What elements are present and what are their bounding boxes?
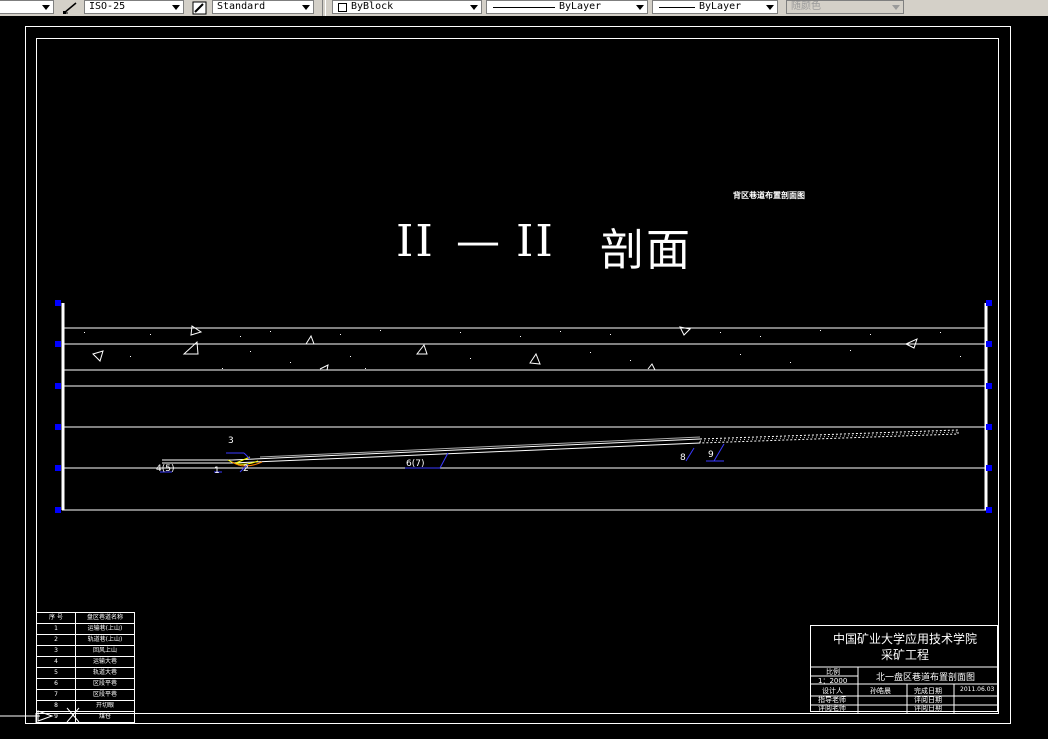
marker-3: 3 [228, 436, 234, 446]
marker-8: 8 [680, 453, 686, 463]
legend-no: 1 [36, 623, 76, 635]
legend-no: 8 [36, 700, 76, 712]
dimstyle-value: ISO-25 [89, 1, 126, 12]
legend-no: 3 [36, 645, 76, 657]
table-row: 3 回风上山 [36, 645, 135, 657]
table-row: 9 煤仓 [36, 711, 135, 723]
section-title-right: II [516, 216, 555, 267]
legend-no: 2 [36, 634, 76, 646]
legend-header-row: 序 号 盘区巷道名称 [36, 612, 135, 624]
table-row: 2 轨道巷(上山) [36, 634, 135, 646]
marker-2: 2 [243, 464, 249, 474]
legend-name: 区段平巷 [75, 678, 135, 690]
marker-4-5: 4(5) [156, 464, 175, 474]
table-row: 1 运输巷(上山) [36, 623, 135, 635]
plotstyle-combo[interactable]: 随颜色 [786, 0, 904, 14]
legend-name: 轨道巷(上山) [75, 634, 135, 646]
legend-header-no: 序 号 [36, 612, 76, 624]
table-row: 4 运输大巷 [36, 656, 135, 668]
marker-9: 9 [708, 450, 714, 460]
color-value: ByBlock [351, 1, 394, 12]
table-row: 7 区段平巷 [36, 689, 135, 701]
legend-name: 运输大巷 [75, 656, 135, 668]
chevron-down-icon [470, 5, 478, 10]
finish-date: 2011.06.03 [960, 686, 995, 693]
legend-name: 区段平巷 [75, 689, 135, 701]
roadway-legend-table: 序 号 盘区巷道名称 1 运输巷(上山) 2 轨道巷(上山) 3 回风上山 4 运输大巷… [36, 612, 135, 723]
linetype-value: ByLayer [559, 1, 602, 12]
linetype-preview-icon [493, 7, 555, 8]
school-name: 中国矿业大学应用技术学院 [832, 632, 977, 646]
scale-value: 1：2000 [818, 677, 848, 685]
dimension-style-icon[interactable] [62, 0, 78, 14]
legend-name: 运输巷(上山) [75, 623, 135, 635]
legend-name: 轨道大巷 [75, 667, 135, 679]
lineweight-combo[interactable]: ByLayer [652, 0, 778, 14]
legend-no: 5 [36, 667, 76, 679]
legend-name: 煤仓 [75, 711, 135, 723]
chevron-down-icon [42, 5, 50, 10]
drawing-name: 北一盘区巷道布置剖面图 [876, 673, 976, 683]
designer-name: 孙皓晨 [870, 687, 891, 695]
review-date2-label: 评阅日期 [914, 704, 942, 712]
section-title-left: II [396, 216, 435, 267]
toolbar-separator [322, 0, 326, 16]
section-title-cjk: 剖面 [600, 225, 692, 276]
table-row: 6 区段平巷 [36, 678, 135, 690]
legend-no: 7 [36, 689, 76, 701]
text-style-icon[interactable] [192, 0, 208, 15]
color-combo[interactable]: ByBlock [332, 0, 482, 14]
layer-combo-tail[interactable] [0, 0, 54, 14]
legend-no: 9 [36, 711, 76, 723]
properties-toolbar: ISO-25 Standard ByBlock ByLayer ByLayer … [0, 0, 1048, 17]
chevron-down-icon [636, 5, 644, 10]
marker-1: 1 [214, 466, 220, 476]
legend-no: 4 [36, 656, 76, 668]
chevron-down-icon [302, 5, 310, 10]
linetype-combo[interactable]: ByLayer [486, 0, 648, 14]
drawing-canvas[interactable]: 背区巷道布置剖面图 II — II 剖面 3 1 2 4(5) 6(7) 8 9… [0, 16, 1048, 739]
plotstyle-value: 随颜色 [791, 1, 821, 12]
dimstyle-combo[interactable]: ISO-25 [84, 0, 184, 14]
legend-no: 6 [36, 678, 76, 690]
section-title-dash: — [456, 216, 502, 267]
lineweight-preview-icon [659, 7, 695, 8]
drawing-subtitle: 背区巷道布置剖面图 [733, 191, 805, 200]
reviewer-label: 评阅老师 [818, 704, 846, 712]
textstyle-combo[interactable]: Standard [212, 0, 314, 14]
legend-header-name: 盘区巷道名称 [75, 612, 135, 624]
legend-name: 回风上山 [75, 645, 135, 657]
lineweight-value: ByLayer [699, 1, 742, 12]
marker-6-7: 6(7) [406, 459, 425, 469]
chevron-down-icon [892, 5, 900, 10]
legend-name: 开切眼 [75, 700, 135, 712]
table-row: 8 开切眼 [36, 700, 135, 712]
chevron-down-icon [766, 5, 774, 10]
color-swatch-icon [338, 3, 347, 12]
major-name: 采矿工程 [880, 648, 929, 662]
table-row: 5 轨道大巷 [36, 667, 135, 679]
textstyle-value: Standard [217, 1, 266, 12]
chevron-down-icon [172, 5, 180, 10]
